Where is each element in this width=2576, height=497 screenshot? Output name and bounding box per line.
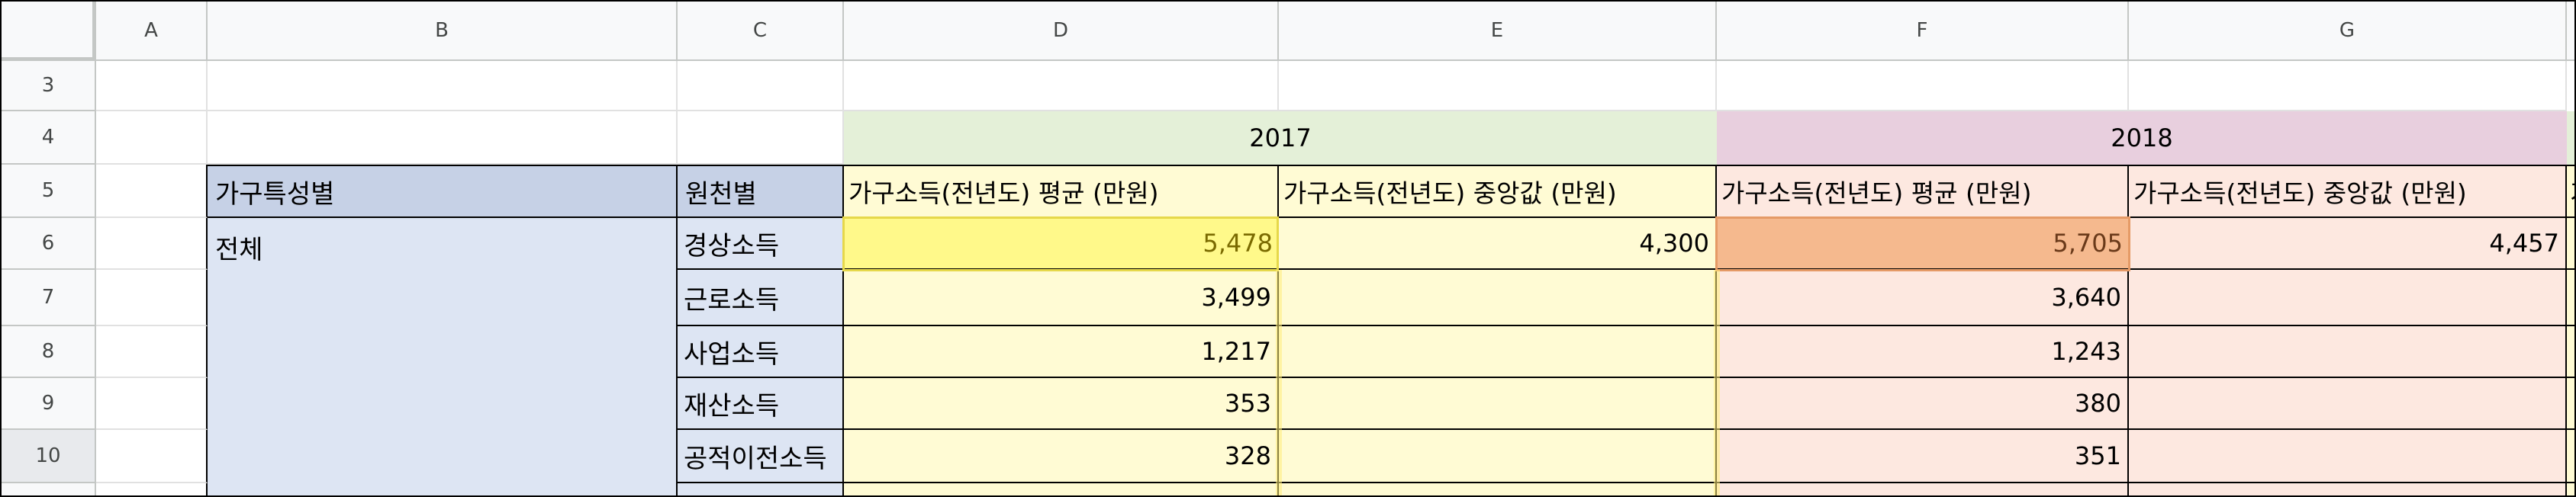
mean-2017-row10[interactable]: 328 xyxy=(844,430,1279,483)
year-next-header-partial[interactable] xyxy=(2567,111,2574,165)
header-2017-mean[interactable]: 가구소득(전년도) 평균 (만원) xyxy=(844,165,1279,218)
mean-2017-row6[interactable]: 5,478 xyxy=(844,218,1279,270)
median-2018-row11[interactable] xyxy=(2129,483,2567,495)
column-header-c[interactable]: C xyxy=(678,2,844,61)
cell-c4[interactable] xyxy=(678,111,844,165)
header-source[interactable]: 원천별 xyxy=(678,165,844,218)
row-header-4[interactable]: 4 xyxy=(2,111,96,165)
source-cell-row9[interactable]: 재산소득 xyxy=(678,378,844,430)
cell-d3[interactable] xyxy=(844,61,1279,111)
column-header-b[interactable]: B xyxy=(208,2,678,61)
column-header-d[interactable]: D xyxy=(844,2,1279,61)
median-2018-row10[interactable] xyxy=(2129,430,2567,483)
cell-c3[interactable] xyxy=(678,61,844,111)
cell-b3[interactable] xyxy=(208,61,678,111)
mean-2018-row8[interactable]: 1,243 xyxy=(1717,326,2129,378)
row-header-9[interactable]: 9 xyxy=(2,378,96,430)
cell-f3[interactable] xyxy=(1717,61,2129,111)
cell-a8[interactable] xyxy=(96,326,208,378)
row-header-8[interactable]: 8 xyxy=(2,326,96,378)
row-header-7[interactable]: 7 xyxy=(2,270,96,326)
cell-a7[interactable] xyxy=(96,270,208,326)
cell-h7-partial[interactable] xyxy=(2567,270,2574,326)
cell-h6-partial[interactable] xyxy=(2567,218,2574,270)
cell-h10-partial[interactable] xyxy=(2567,430,2574,483)
mean-2018-row7[interactable]: 3,640 xyxy=(1717,270,2129,326)
column-header-g[interactable]: G xyxy=(2129,2,2567,61)
median-2017-row6[interactable]: 4,300 xyxy=(1279,218,1717,270)
header-household-type[interactable]: 가구특성별 xyxy=(208,165,678,218)
median-2017-row10[interactable] xyxy=(1279,430,1717,483)
mean-2018-row11[interactable] xyxy=(1717,483,2129,495)
median-2017-row11[interactable] xyxy=(1279,483,1717,495)
mean-2018-row9[interactable]: 380 xyxy=(1717,378,2129,430)
column-header-h[interactable] xyxy=(2567,2,2574,61)
column-header-a[interactable]: A xyxy=(96,2,208,61)
mean-2017-row7[interactable]: 3,499 xyxy=(844,270,1279,326)
source-cell-row7[interactable]: 근로소득 xyxy=(678,270,844,326)
cell-a10[interactable] xyxy=(96,430,208,483)
median-2018-row9[interactable] xyxy=(2129,378,2567,430)
cell-h11-partial[interactable] xyxy=(2567,483,2574,495)
row-header-6[interactable]: 6 xyxy=(2,218,96,270)
mean-2017-row9[interactable]: 353 xyxy=(844,378,1279,430)
cell-h8-partial[interactable] xyxy=(2567,326,2574,378)
household-type-total-label: 전체 xyxy=(215,235,263,265)
cell-a5[interactable] xyxy=(96,165,208,218)
cell-a11[interactable] xyxy=(96,483,208,495)
row-header-5[interactable]: 5 xyxy=(2,165,96,218)
mean-2018-row10[interactable]: 351 xyxy=(1717,430,2129,483)
header-2018-mean[interactable]: 가구소득(전년도) 평균 (만원) xyxy=(1717,165,2129,218)
select-all-corner[interactable] xyxy=(2,2,96,61)
mean-2017-row8[interactable]: 1,217 xyxy=(844,326,1279,378)
column-header-f[interactable]: F xyxy=(1717,2,2129,61)
cell-h9-partial[interactable] xyxy=(2567,378,2574,430)
cell-a4[interactable] xyxy=(96,111,208,165)
header-next-partial[interactable]: 가 xyxy=(2567,165,2574,218)
cell-e3[interactable] xyxy=(1279,61,1717,111)
column-header-e[interactable]: E xyxy=(1279,2,1717,61)
row-header-10[interactable]: 10 xyxy=(2,430,96,483)
cell-b4[interactable] xyxy=(208,111,678,165)
mean-2017-row11[interactable] xyxy=(844,483,1279,495)
cell-g3[interactable] xyxy=(2129,61,2567,111)
median-2017-row9[interactable] xyxy=(1279,378,1717,430)
header-2018-median[interactable]: 가구소득(전년도) 중앙값 (만원) xyxy=(2129,165,2567,218)
median-2017-row7[interactable] xyxy=(1279,270,1717,326)
year-2017-header[interactable]: 2017 xyxy=(844,111,1717,165)
header-2017-median[interactable]: 가구소득(전년도) 중앙값 (만원) xyxy=(1279,165,1717,218)
spreadsheet-window: A B C D E F G 3 4 5 6 7 8 9 10 2017 2018 xyxy=(0,0,2576,497)
cell-a6[interactable] xyxy=(96,218,208,270)
source-cell-row11[interactable] xyxy=(678,483,844,495)
row-header-3[interactable]: 3 xyxy=(2,61,96,111)
median-2017-row8[interactable] xyxy=(1279,326,1717,378)
median-2018-row8[interactable] xyxy=(2129,326,2567,378)
household-type-total[interactable]: 전체 xyxy=(208,218,678,495)
source-cell-row10[interactable]: 공적이전소득 xyxy=(678,430,844,483)
median-2018-row7[interactable] xyxy=(2129,270,2567,326)
median-2018-row6[interactable]: 4,457 xyxy=(2129,218,2567,270)
source-cell-row8[interactable]: 사업소득 xyxy=(678,326,844,378)
year-2018-header[interactable]: 2018 xyxy=(1717,111,2567,165)
mean-2018-row6[interactable]: 5,705 xyxy=(1717,218,2129,270)
source-cell-row6[interactable]: 경상소득 xyxy=(678,218,844,270)
cell-a3[interactable] xyxy=(96,61,208,111)
cell-a9[interactable] xyxy=(96,378,208,430)
row-header-11[interactable] xyxy=(2,483,96,495)
